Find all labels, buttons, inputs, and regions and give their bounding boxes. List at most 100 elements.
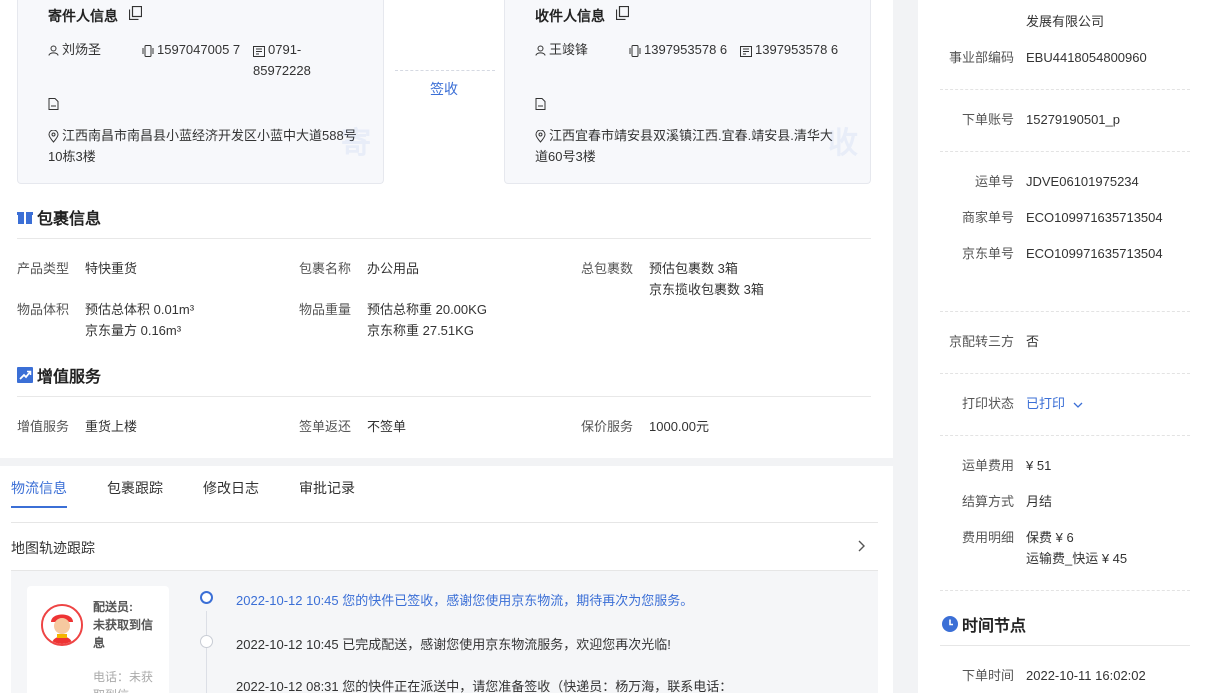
product-type-value: 特快重货 bbox=[85, 261, 138, 276]
settle-label: 结算方式 bbox=[961, 494, 1014, 509]
section-divider bbox=[17, 238, 871, 239]
tab-package-tracking[interactable]: 包裹跟踪 bbox=[107, 478, 163, 498]
account-label: 下单账号 bbox=[961, 112, 1014, 127]
receiver-name-field: 王竣锋 bbox=[535, 39, 588, 60]
receipt-value: 不签单 bbox=[367, 419, 407, 434]
bu-code-value: EBU4418054800960 bbox=[1026, 50, 1147, 65]
total-packages-label: 总包裹数 bbox=[581, 261, 634, 276]
sender-mobile-field: 1597047005 7 bbox=[142, 39, 242, 60]
receiver-name: 王竣锋 bbox=[549, 42, 589, 57]
tab-change-log[interactable]: 修改日志 bbox=[203, 478, 259, 498]
tab-logistics-info[interactable]: 物流信息 bbox=[11, 478, 67, 498]
copy-icon[interactable] bbox=[616, 6, 629, 20]
sign-status-link[interactable]: 签收 bbox=[430, 79, 458, 99]
weight-jd-value: 京东称重 27.51KG bbox=[367, 323, 474, 338]
time-section-title: 时间节点 bbox=[942, 612, 1026, 636]
value-added-section-title: 增值服务 bbox=[17, 363, 101, 387]
phone-icon bbox=[740, 45, 752, 57]
courier-phone: 电话：未获取到信 bbox=[93, 670, 154, 693]
tab-approval-records[interactable]: 审批记录 bbox=[299, 478, 355, 498]
fee-label: 运单费用 bbox=[961, 458, 1014, 473]
logistics-card: 物流信息 包裹跟踪 修改日志 审批记录 地图轨迹跟踪 配送员: 未获取到信息 电… bbox=[0, 466, 893, 693]
fee-detail-insurance: 保费 ¥ 6 bbox=[1026, 530, 1074, 545]
receiver-phone: 1397953578 6 bbox=[755, 42, 839, 57]
jd-no-label: 京东单号 bbox=[961, 246, 1014, 261]
insurance-label: 保价服务 bbox=[581, 419, 634, 434]
merchant-no-value: ECO109971635713504 bbox=[1026, 210, 1163, 225]
user-icon bbox=[535, 45, 546, 56]
sender-address-field: 江西南昌市南昌县小蓝经济开发区小蓝中大道588号10栋3楼 bbox=[48, 125, 368, 167]
row-divider bbox=[940, 311, 1190, 312]
receiver-address-field: 江西宜春市靖安县双溪镇江西.宜春.靖安县.清华大道60号3楼 bbox=[535, 125, 835, 167]
gift-box-icon bbox=[17, 212, 33, 224]
print-status-label: 打印状态 bbox=[961, 396, 1014, 411]
mobile-icon bbox=[629, 44, 641, 57]
third-party-label: 京配转三方 bbox=[948, 334, 1014, 349]
chevron-right-icon[interactable] bbox=[855, 538, 867, 554]
timeline-line bbox=[206, 611, 207, 693]
clock-icon bbox=[942, 616, 958, 632]
sender-title: 寄件人信息 bbox=[48, 8, 118, 24]
courier-card: 配送员: 未获取到信息 电话：未获取到信 bbox=[27, 586, 169, 693]
service-value: 重货上楼 bbox=[85, 419, 138, 434]
tabs-divider bbox=[11, 522, 878, 523]
weight-estimated-value: 预估总称重 20.00KG bbox=[367, 302, 487, 317]
company-name-partial: 发展有限公司 bbox=[1026, 14, 1105, 29]
copy-icon[interactable] bbox=[129, 6, 142, 20]
trend-chart-icon bbox=[17, 367, 33, 383]
volume-estimated-value: 预估总体积 0.01m³ bbox=[85, 302, 195, 317]
third-party-value: 否 bbox=[1026, 334, 1040, 349]
total-estimated-value: 预估包裹数 3箱 bbox=[649, 261, 738, 276]
sender-watermark: 寄 bbox=[341, 127, 371, 160]
receiver-watermark: 收 bbox=[828, 127, 858, 160]
sender-name: 刘炀圣 bbox=[62, 42, 102, 57]
fee-value: ¥ 51 bbox=[1026, 458, 1052, 473]
user-icon bbox=[48, 45, 59, 56]
sender-mobile: 1597047005 7 bbox=[157, 42, 241, 57]
fee-detail-label: 费用明细 bbox=[961, 530, 1014, 545]
row-divider bbox=[940, 590, 1190, 591]
courier-label: 配送员: bbox=[93, 600, 133, 614]
id-card-icon bbox=[48, 98, 59, 110]
weight-label: 物品重量 bbox=[299, 302, 352, 317]
sender-card: 寄件人信息 刘炀圣 1597047005 7 0791- 85972228 江西… bbox=[17, 0, 384, 184]
value-added-title: 增值服务 bbox=[37, 369, 102, 386]
package-section-title: 包裹信息 bbox=[17, 205, 101, 229]
courier-name: 未获取到信息 bbox=[93, 618, 154, 650]
receiver-mobile-field: 1397953578 6 bbox=[629, 39, 729, 60]
row-divider bbox=[940, 435, 1190, 436]
receiver-address: 江西宜春市靖安县双溪镇江西.宜春.靖安县.清华大道60号3楼 bbox=[535, 128, 833, 164]
timeline-dot bbox=[200, 635, 213, 648]
order-summary-panel: 发展有限公司 事业部编码 EBU4418054800960 下单账号 15279… bbox=[918, 0, 1205, 693]
product-type-label: 产品类型 bbox=[17, 261, 70, 276]
waybill-label: 运单号 bbox=[974, 174, 1014, 189]
order-time-value: 2022-10-11 16:02:02 bbox=[1026, 668, 1146, 683]
row-divider bbox=[940, 151, 1190, 152]
package-name-value: 办公用品 bbox=[367, 261, 420, 276]
timeline-entry: 2022-10-12 10:45 您的快件已签收，感谢您使用京东物流，期待再次为… bbox=[236, 593, 694, 608]
mobile-icon bbox=[142, 44, 154, 57]
receiver-title: 收件人信息 bbox=[535, 8, 605, 24]
fee-detail-transport: 运输费_快运 ¥ 45 bbox=[1026, 551, 1128, 566]
sender-address: 江西南昌市南昌县小蓝经济开发区小蓝中大道588号10栋3楼 bbox=[48, 128, 357, 164]
phone-icon bbox=[253, 45, 265, 57]
time-title: 时间节点 bbox=[962, 618, 1027, 635]
timeline-entry: 2022-10-12 08:31 您的快件正在派送中，请您准备签收（快递员：杨万… bbox=[236, 679, 733, 693]
order-time-label: 下单时间 bbox=[961, 668, 1014, 683]
insurance-value: 1000.00元 bbox=[649, 419, 709, 434]
print-status-dropdown[interactable]: 已打印 bbox=[1026, 393, 1086, 414]
receiver-card: 收件人信息 王竣锋 1397953578 6 1397953578 6 江西宜春… bbox=[504, 0, 871, 184]
receipt-label: 签单返还 bbox=[299, 419, 352, 434]
receiver-phone-field: 1397953578 6 bbox=[740, 39, 840, 60]
active-tab-indicator bbox=[11, 506, 67, 508]
connector-line bbox=[395, 70, 495, 71]
section-divider bbox=[940, 645, 1190, 646]
tracking-area: 配送员: 未获取到信息 电话：未获取到信 2022-10-12 10:45 您的… bbox=[11, 571, 878, 693]
settle-value: 月结 bbox=[1026, 494, 1053, 509]
jd-no-value: ECO109971635713504 bbox=[1026, 246, 1163, 261]
service-label: 增值服务 bbox=[17, 419, 70, 434]
row-divider bbox=[940, 373, 1190, 374]
courier-avatar bbox=[41, 604, 83, 646]
package-title: 包裹信息 bbox=[37, 211, 102, 228]
map-tracking-link[interactable]: 地图轨迹跟踪 bbox=[11, 538, 95, 558]
